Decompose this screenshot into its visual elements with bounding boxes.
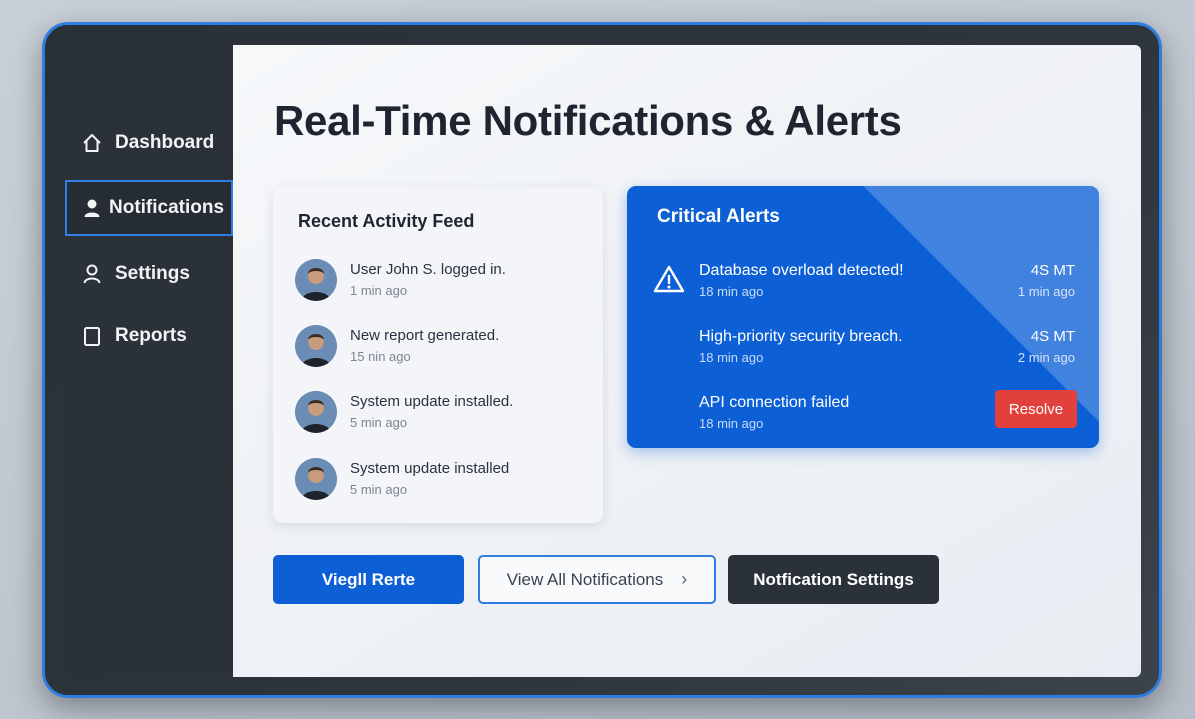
alert-value: 4S MT: [1030, 328, 1075, 345]
main-content: Real-Time Notifications & Alerts Recent …: [233, 45, 1141, 677]
feed-item-time: 1 min ago: [350, 283, 408, 298]
sidebar-item-label: Settings: [115, 263, 190, 284]
avatar: [295, 259, 337, 301]
user-icon: [81, 197, 103, 219]
alert-value: 4S MT: [1030, 262, 1075, 279]
home-icon: [81, 132, 103, 154]
feed-item-text: System update installed: [350, 460, 510, 477]
sidebar-item-label: Dashboard: [115, 132, 215, 153]
app-window: Dashboard Notifications Settings Reports: [65, 45, 1141, 677]
feed-item-text: System update installed.: [350, 393, 514, 410]
alert-age: 2 min ago: [1017, 350, 1075, 365]
avatar: [295, 458, 337, 500]
sidebar-item-notifications[interactable]: Notifications: [65, 180, 233, 236]
person-outline-icon: [81, 263, 103, 285]
list-item[interactable]: System update installed 5 min ago: [295, 458, 585, 502]
alert-text: High-priority security breach.: [699, 328, 903, 345]
list-item[interactable]: User John S. logged in. 1 min ago: [295, 259, 585, 303]
sidebar-item-settings[interactable]: Settings: [65, 246, 233, 302]
alerts-title: Critical Alerts: [657, 206, 780, 227]
alert-age: 1 min ago: [1017, 284, 1075, 299]
view-all-notifications-button[interactable]: View All Notifications ›: [478, 555, 716, 604]
alert-time: 18 min ago: [699, 350, 764, 365]
list-item[interactable]: New report generated. 15 nin ago: [295, 325, 585, 369]
sidebar-item-label: Reports: [115, 325, 187, 346]
activity-feed-card: Recent Activity Feed User John S. logged…: [273, 187, 603, 523]
alert-text: API connection failed: [699, 394, 850, 411]
list-item[interactable]: System update installed. 5 min ago: [295, 391, 585, 435]
feed-item-time: 5 min ago: [350, 482, 408, 497]
sidebar: Dashboard Notifications Settings Reports: [65, 45, 233, 677]
critical-alerts-card: Critical Alerts Database overload detect…: [627, 186, 1099, 448]
chevron-right-icon: ›: [681, 569, 688, 589]
alert-time: 18 min ago: [699, 284, 764, 299]
feed-item-text: New report generated.: [350, 327, 500, 344]
feed-item-text: User John S. logged in.: [350, 261, 506, 278]
warning-icon: [653, 265, 685, 293]
avatar: [295, 391, 337, 433]
notification-settings-button[interactable]: Notfication Settings: [728, 555, 939, 604]
document-icon: [81, 325, 103, 347]
sidebar-item-label: Notifications: [109, 197, 225, 218]
sidebar-item-reports[interactable]: Reports: [65, 308, 233, 364]
alert-text: Database overload detected!: [699, 262, 904, 279]
feed-item-time: 5 min ago: [350, 415, 408, 430]
page-title: Real-Time Notifications & Alerts: [274, 97, 902, 144]
feed-item-time: 15 nin ago: [350, 349, 411, 364]
primary-action-button[interactable]: Viegll Rerte: [273, 555, 464, 604]
resolve-button[interactable]: Resolve: [995, 390, 1077, 428]
alert-row[interactable]: Database overload detected! 18 min ago 4…: [627, 262, 1099, 308]
alert-time: 18 min ago: [699, 416, 764, 431]
alert-row[interactable]: High-priority security breach. 18 min ag…: [627, 328, 1099, 374]
feed-title: Recent Activity Feed: [298, 211, 475, 231]
sidebar-item-dashboard[interactable]: Dashboard: [65, 115, 233, 171]
view-all-label: View All Notifications: [506, 569, 664, 589]
avatar: [295, 325, 337, 367]
device-frame: Dashboard Notifications Settings Reports: [42, 22, 1162, 698]
